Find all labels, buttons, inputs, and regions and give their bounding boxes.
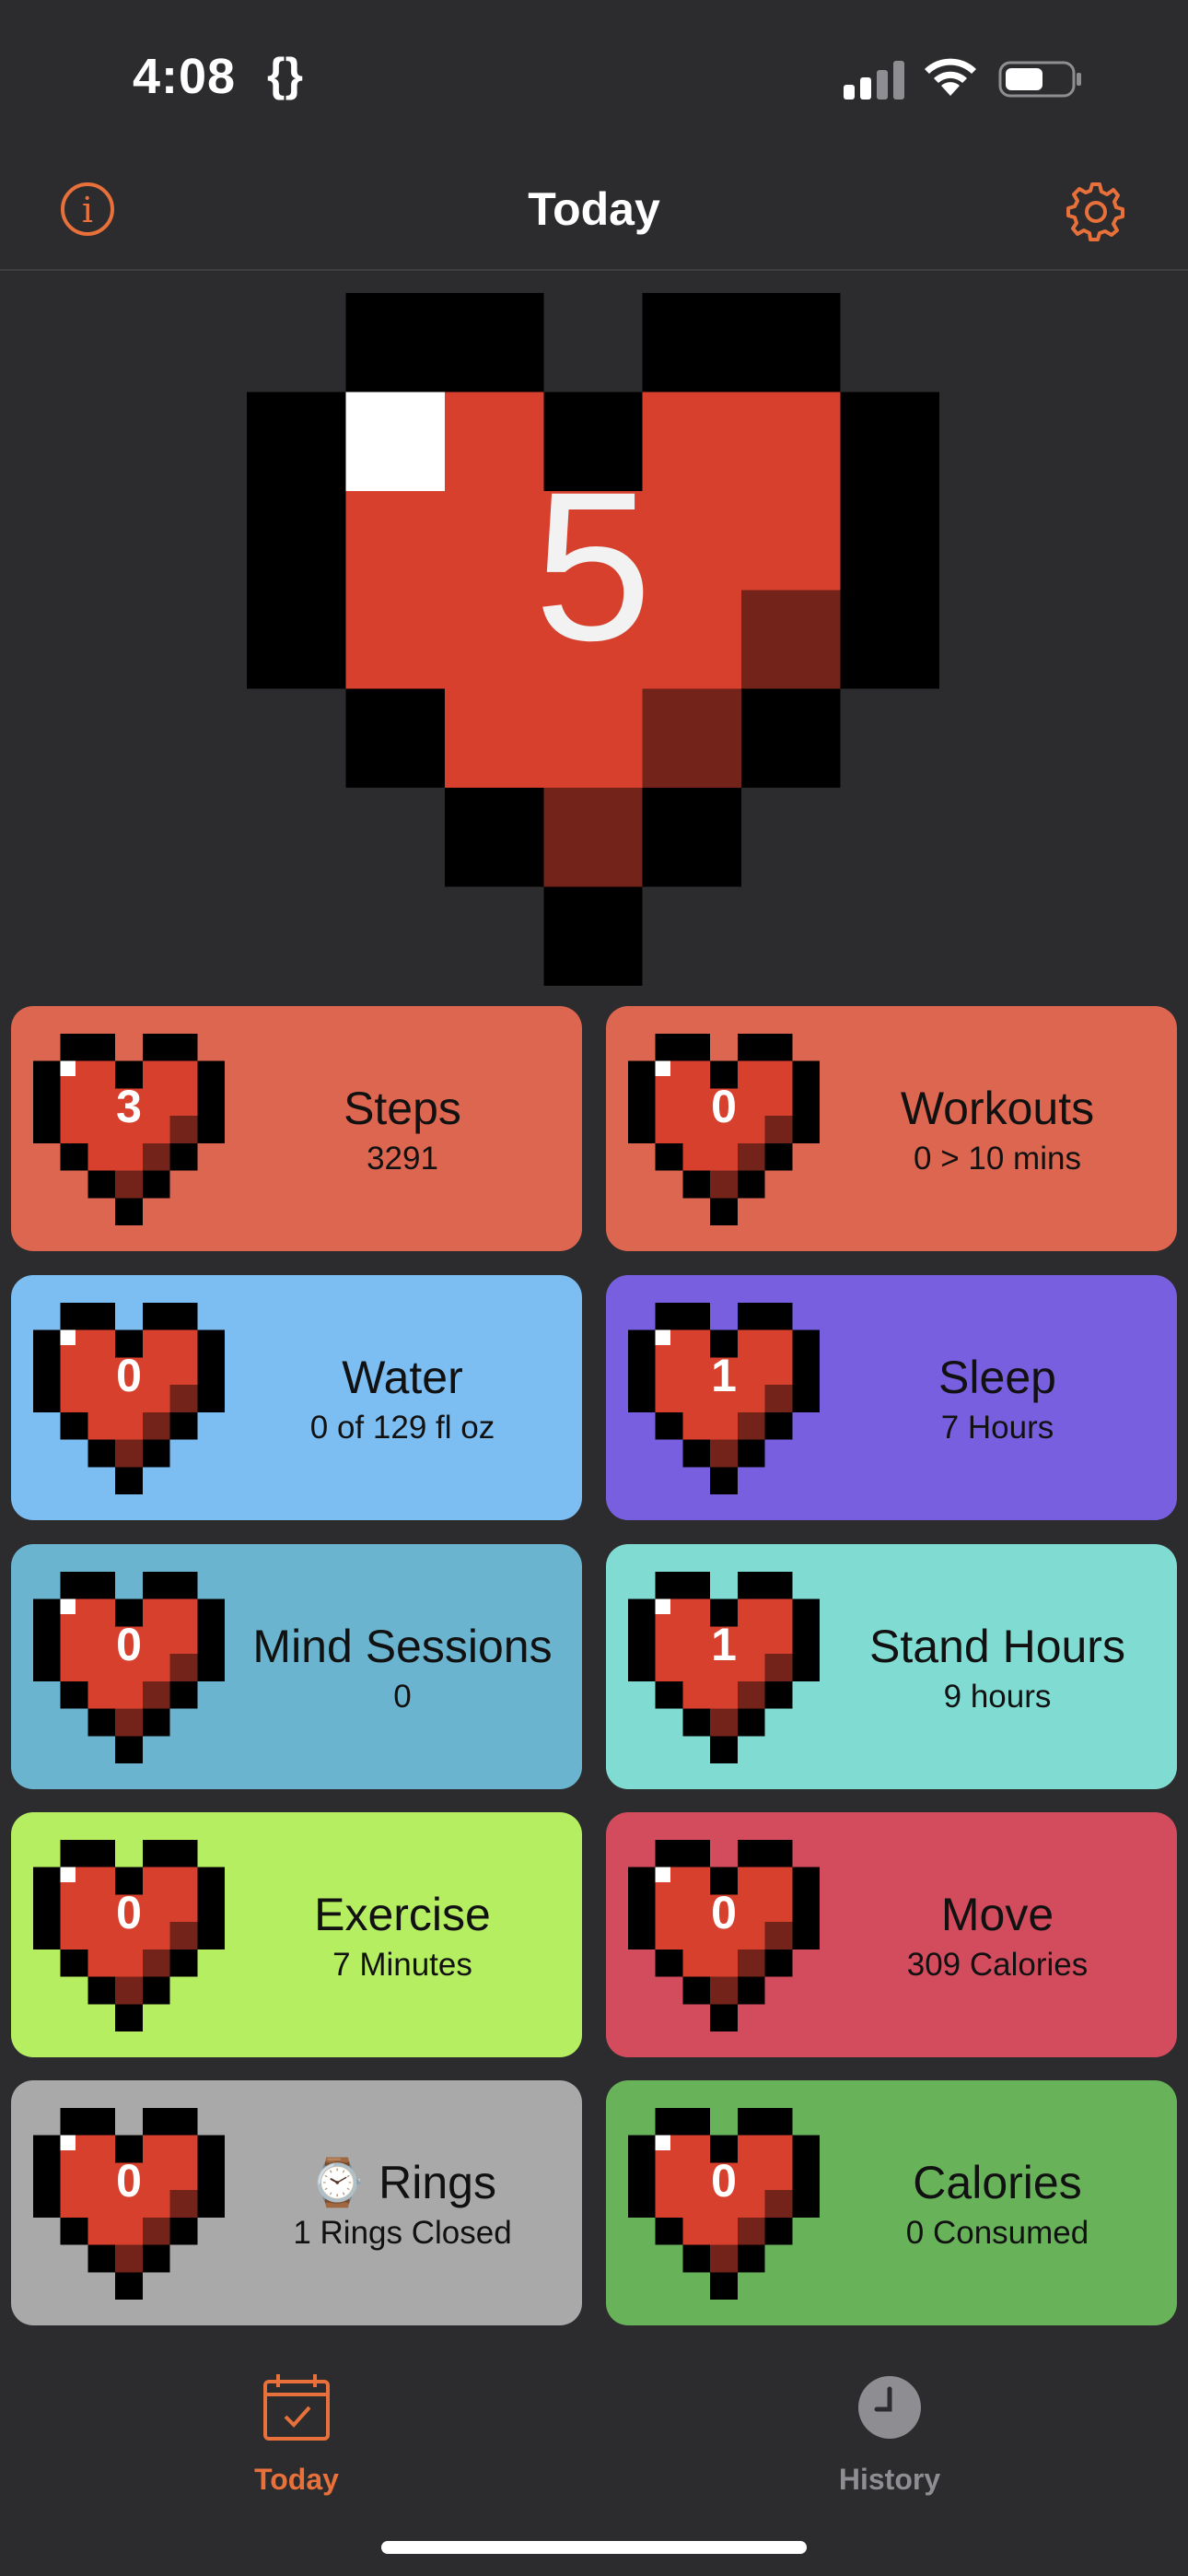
card-score: 3: [116, 1081, 142, 1132]
wifi-icon: [925, 58, 976, 96]
battery-icon: [998, 61, 1081, 98]
card-title: Calories: [827, 2156, 1168, 2209]
card-mind-sessions[interactable]: 0 Mind Sessions 0: [11, 1544, 582, 1789]
card-title: Sleep: [827, 1351, 1168, 1404]
card-score: 0: [116, 1350, 142, 1401]
hero-score: 5: [534, 448, 652, 685]
card-title-text: Move: [940, 1889, 1054, 1940]
status-bar: 4:08 {}: [0, 0, 1188, 157]
card-subtitle: 0 of 129 fl oz: [309, 1410, 495, 1446]
card-title: ⌚ Rings: [232, 2156, 573, 2210]
card-title-text: Stand Hours: [869, 1621, 1125, 1672]
tab-history[interactable]: History: [751, 2363, 1028, 2501]
tab-history-label: History: [838, 2463, 941, 2496]
home-indicator: [381, 2541, 807, 2554]
card-title: Water: [232, 1351, 573, 1404]
card-stand-hours[interactable]: 1 Stand Hours 9 hours: [606, 1544, 1177, 1789]
card-subtitle: 309 Calories: [906, 1947, 1089, 1983]
status-time: 4:08: [133, 49, 237, 104]
card-title-text: Steps: [344, 1083, 461, 1134]
card-title: Steps: [232, 1082, 573, 1135]
nav-bar: i Today: [0, 157, 1188, 271]
card-sleep[interactable]: 1 Sleep 7 Hours: [606, 1275, 1177, 1520]
card-water[interactable]: 0 Water 0 of 129 fl oz: [11, 1275, 582, 1520]
card-workouts[interactable]: 0 Workouts 0 > 10 mins: [606, 1006, 1177, 1251]
card-title: Stand Hours: [827, 1620, 1168, 1673]
card-title: Exercise: [232, 1888, 573, 1941]
card-title-text: Rings: [379, 2157, 496, 2208]
card-title-text: Water: [342, 1352, 463, 1403]
card-title: Move: [827, 1888, 1168, 1941]
card-subtitle: 3291: [367, 1141, 438, 1177]
card-subtitle: 0: [393, 1679, 412, 1715]
card-subtitle: 7 Minutes: [332, 1947, 472, 1983]
card-title: Workouts: [827, 1082, 1168, 1135]
gear-icon[interactable]: [1065, 179, 1127, 241]
card-title-text: Sleep: [938, 1352, 1056, 1403]
tab-today-label: Today: [254, 2463, 339, 2496]
card-score: 1: [711, 1619, 737, 1670]
card-title-text: Exercise: [314, 1889, 491, 1940]
card-subtitle: 0 > 10 mins: [914, 1141, 1081, 1177]
card-score: 0: [711, 2155, 737, 2207]
status-braces: {}: [267, 49, 303, 100]
card-rings[interactable]: 0 ⌚ Rings 1 Rings Closed: [11, 2080, 582, 2325]
card-move[interactable]: 0 Move 309 Calories: [606, 1812, 1177, 2057]
card-exercise[interactable]: 0 Exercise 7 Minutes: [11, 1812, 582, 2057]
card-score: 0: [116, 1887, 142, 1938]
watch-icon: ⌚: [308, 2157, 367, 2208]
card-score: 0: [711, 1887, 737, 1938]
card-subtitle: 0 Consumed: [905, 2215, 1089, 2251]
card-score: 0: [116, 2155, 142, 2207]
card-title-text: Calories: [913, 2157, 1082, 2208]
clock-icon: [858, 2376, 921, 2439]
tab-today[interactable]: Today: [158, 2363, 435, 2501]
calendar-check-icon: [263, 2374, 330, 2441]
card-title-text: Mind Sessions: [252, 1621, 553, 1672]
card-score: 0: [116, 1619, 142, 1670]
card-subtitle: 1 Rings Closed: [293, 2215, 512, 2251]
card-score: 0: [711, 1081, 737, 1132]
card-subtitle: 7 Hours: [940, 1410, 1054, 1446]
card-subtitle: 9 hours: [943, 1679, 1052, 1715]
card-title-text: Workouts: [900, 1083, 1095, 1134]
card-title: Mind Sessions: [232, 1620, 573, 1673]
card-calories[interactable]: 0 Calories 0 Consumed: [606, 2080, 1177, 2325]
card-score: 1: [711, 1350, 737, 1401]
signal-icon: [840, 57, 904, 100]
page-title: Today: [528, 183, 660, 235]
card-steps[interactable]: 3 Steps 3291: [11, 1006, 582, 1251]
